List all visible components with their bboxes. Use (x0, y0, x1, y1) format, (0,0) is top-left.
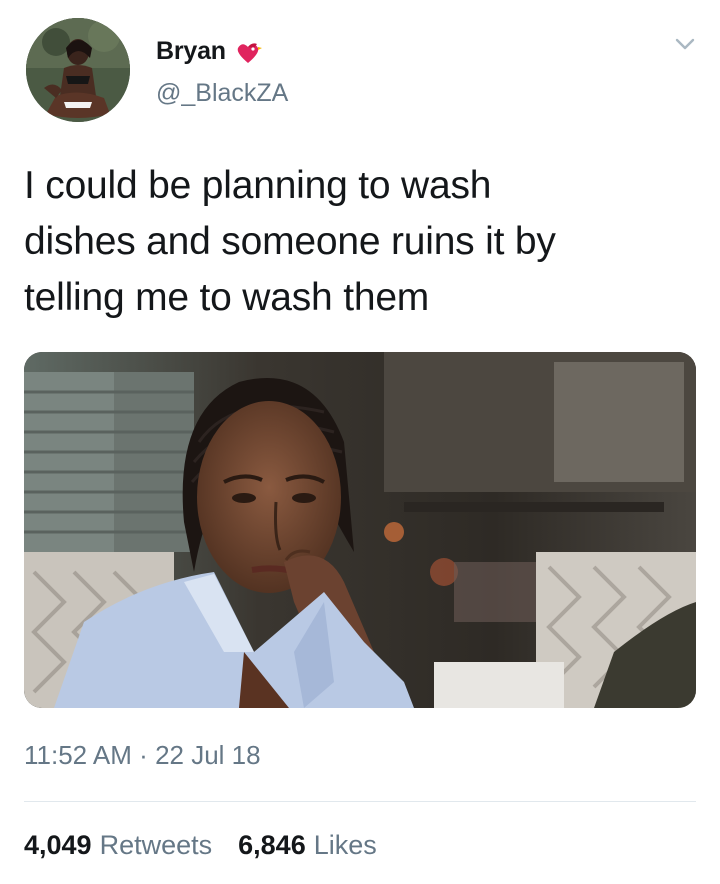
author-handle[interactable]: @_BlackZA (156, 79, 288, 108)
retweets-count: 4,049 (24, 830, 92, 860)
tweet-date[interactable]: 22 Jul 18 (155, 740, 261, 770)
tweet-text-line: dishes and someone ruins it by (24, 220, 556, 263)
retweets-stat[interactable]: 4,049 Retweets (24, 830, 212, 861)
tweet-media-photo[interactable] (24, 352, 696, 708)
tweet-text: I could be planning to wash dishes and s… (24, 158, 684, 326)
likes-count: 6,846 (238, 830, 306, 860)
author-avatar[interactable] (26, 18, 130, 122)
tweet-time[interactable]: 11:52 AM (24, 740, 132, 770)
author-display-name[interactable]: Bryan (156, 37, 226, 66)
retweets-label: Retweets (99, 830, 213, 860)
tweet-card: Bryan @_BlackZA I could be planning to w… (0, 0, 720, 884)
tweet-text-line: I could be planning to wash (24, 164, 492, 207)
chevron-down-icon[interactable] (672, 34, 698, 54)
heart-bird-emoji-icon (234, 39, 262, 65)
media-image (24, 352, 696, 708)
tweet-timestamp: 11:52 AM · 22 Jul 18 (24, 740, 261, 771)
avatar-photo (26, 18, 130, 122)
author-name-row: Bryan (156, 37, 262, 66)
likes-stat[interactable]: 6,846 Likes (238, 830, 377, 861)
timestamp-separator: · (139, 740, 148, 770)
likes-label: Likes (313, 830, 377, 860)
divider (24, 801, 696, 802)
tweet-stats: 4,049 Retweets 6,846 Likes (24, 830, 403, 861)
tweet-text-line: telling me to wash them (24, 276, 430, 319)
